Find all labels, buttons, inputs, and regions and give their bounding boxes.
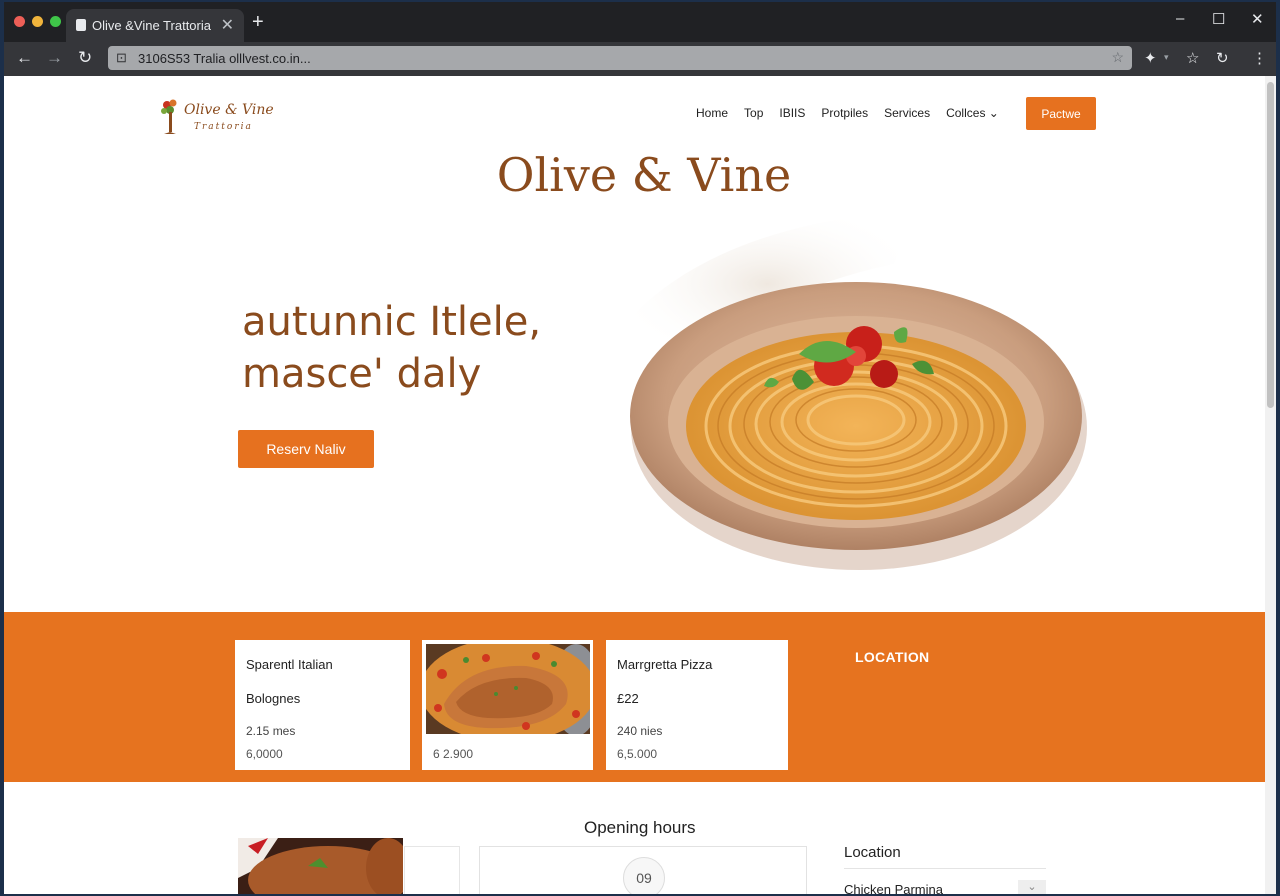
chevron-down-icon[interactable]: ⌄ <box>1018 880 1046 894</box>
image-placeholder <box>404 846 460 894</box>
maximize-icon[interactable]: ☐ <box>1212 10 1225 28</box>
menu-card[interactable]: 6 2.900 <box>422 640 593 770</box>
back-arrow-icon[interactable]: ← <box>16 48 33 68</box>
chicken-dish-image <box>426 644 590 734</box>
reload-icon[interactable]: ↻ <box>78 48 92 68</box>
site-logo[interactable]: Olive & Vine Trattoria <box>160 96 290 136</box>
bookmark-star-icon[interactable]: ☆ <box>1111 49 1124 66</box>
pasta-plate-image <box>630 214 1087 570</box>
sync-icon[interactable]: ↻ <box>1216 49 1229 67</box>
nav-top[interactable]: Top <box>744 106 763 120</box>
nav-home[interactable]: Home <box>696 106 728 120</box>
favicon-icon <box>76 19 86 31</box>
browser-window: Olive &Vine Trattoria ✕ + – ☐ ✕ ← → ↻ ⊡ … <box>4 2 1276 894</box>
page-scrollbar[interactable] <box>1265 76 1276 894</box>
close-icon[interactable]: ✕ <box>1251 10 1264 28</box>
menu-card-detail: 2.15 mes <box>246 724 296 738</box>
olive-tree-icon <box>161 99 177 134</box>
address-bar[interactable]: ⊡ 3106S53 Tralia olllvest.co.in... ☆ <box>108 46 1132 70</box>
menu-card-subtitle: Bolognes <box>246 691 301 706</box>
info-section: Opening hours 09 Location Chicken Parmin… <box>4 782 1265 894</box>
menu-card-price: 6,0000 <box>246 747 283 761</box>
menu-card-title: Marrgretta Pizza <box>617 657 713 672</box>
nav-collces-dropdown[interactable]: Collces ⌄ <box>946 106 999 120</box>
menu-card-title: Sparentl Italian <box>246 657 333 672</box>
extension-dropdown-icon[interactable]: ▾ <box>1164 52 1169 63</box>
browser-titlebar: Olive &Vine Trattoria ✕ + – ☐ ✕ <box>4 2 1276 42</box>
lock-icon: ⊡ <box>116 50 127 65</box>
maximize-window-button[interactable] <box>50 16 61 27</box>
scrollbar-thumb[interactable] <box>1267 82 1274 408</box>
hero-tagline-line2: masce' daly <box>242 351 482 397</box>
divider <box>844 868 1046 869</box>
header-cta-button[interactable]: Pactwe <box>1026 97 1096 130</box>
bookmarks-icon[interactable]: ☆ <box>1186 49 1199 67</box>
page-viewport: Olive & Vine Trattoria Home Top IBIIS Pr… <box>4 76 1276 894</box>
close-tab-icon[interactable]: ✕ <box>221 15 234 35</box>
menu-card-price: 6 2.900 <box>433 747 474 761</box>
minimize-icon[interactable]: – <box>1176 10 1184 27</box>
opening-hours-title: Opening hours <box>584 818 696 837</box>
hours-badge[interactable]: 09 <box>623 857 665 894</box>
location-heading[interactable]: LOCATION <box>855 649 929 665</box>
main-nav: Home Top IBIIS Protpiles Services Collce… <box>696 106 999 120</box>
menu-card[interactable]: Marrgretta Pizza £22 240 nies 6,5.000 <box>606 640 788 770</box>
hero-title: Olive & Vine <box>496 148 792 202</box>
menu-card-subtitle: £22 <box>617 691 639 706</box>
logo-subtitle: Trattoria <box>194 122 253 132</box>
window-traffic-lights <box>14 16 61 27</box>
browser-toolbar: ← → ↻ ⊡ 3106S53 Tralia olllvest.co.in...… <box>4 42 1276 76</box>
opening-hours-box: 09 <box>479 846 807 894</box>
chicken-photo-image <box>238 838 403 894</box>
forward-arrow-icon[interactable]: → <box>46 48 63 68</box>
nav-protpiles[interactable]: Protpiles <box>821 106 868 120</box>
nav-ibiis[interactable]: IBIIS <box>779 106 805 120</box>
minimize-window-button[interactable] <box>32 16 43 27</box>
location-list-item[interactable]: Chicken Parmina <box>844 882 943 894</box>
menu-band: Sparentl Italian Bolognes 2.15 mes 6,000… <box>4 612 1265 782</box>
menu-card[interactable]: Sparentl Italian Bolognes 2.15 mes 6,000… <box>235 640 410 770</box>
menu-card-price: 6,5.000 <box>617 747 658 761</box>
hero-tagline: autunnic Itlele, masce' daly <box>242 296 541 400</box>
menu-card-detail: 240 nies <box>617 724 663 738</box>
url-text: 3106S53 Tralia olllvest.co.in... <box>138 51 311 66</box>
browser-tab[interactable]: Olive &Vine Trattoria ✕ <box>66 9 244 42</box>
close-window-button[interactable] <box>14 16 25 27</box>
tab-title: Olive &Vine Trattoria <box>92 18 211 33</box>
logo-name: Olive & Vine <box>184 102 274 118</box>
menu-icon[interactable]: ⋮ <box>1252 49 1267 67</box>
new-tab-button[interactable]: + <box>252 11 264 34</box>
extension-icon[interactable]: ✦ <box>1144 49 1157 67</box>
location-title: Location <box>844 844 901 861</box>
hero-tagline-line1: autunnic Itlele, <box>242 299 542 345</box>
nav-services[interactable]: Services <box>884 106 930 120</box>
reserve-button[interactable]: Reserv Naliv <box>238 430 374 468</box>
